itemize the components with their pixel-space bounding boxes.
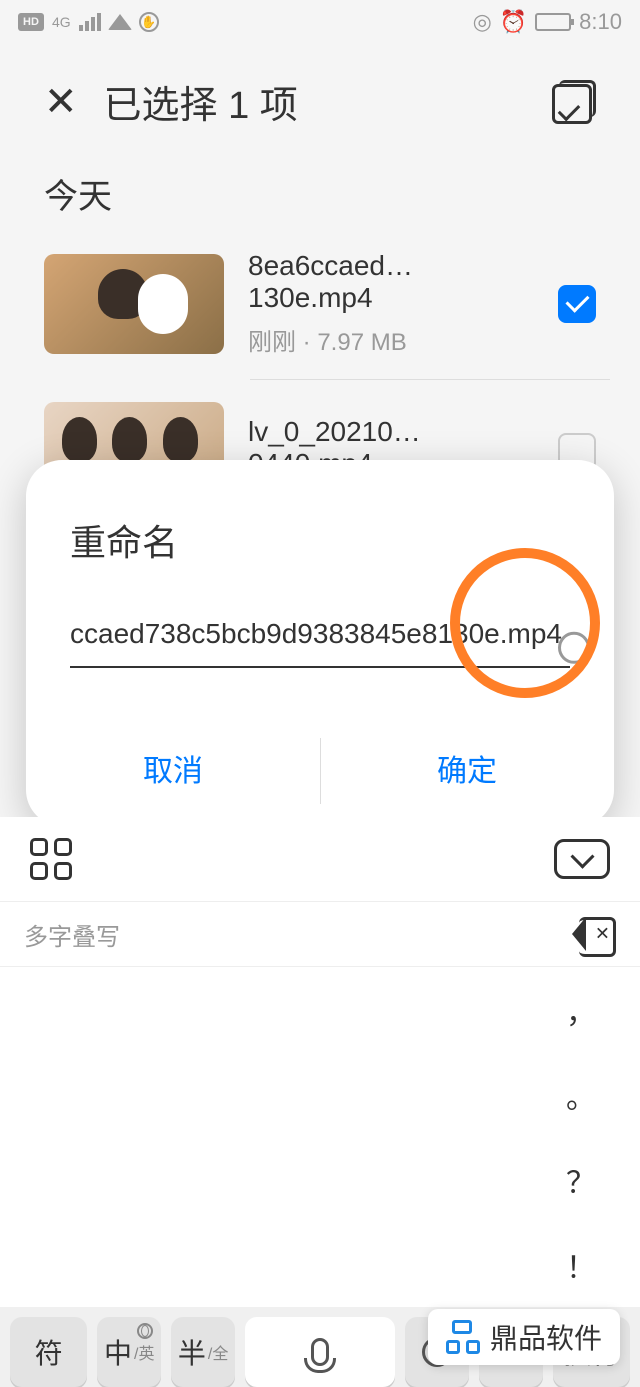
video-thumbnail bbox=[44, 254, 224, 354]
select-all-button[interactable] bbox=[552, 80, 596, 124]
width-key[interactable]: 半/全 bbox=[171, 1317, 235, 1387]
battery-icon bbox=[535, 13, 571, 31]
file-name: 8ea6ccaed…130e.mp4 bbox=[248, 250, 534, 314]
mic-icon bbox=[311, 1338, 329, 1366]
backspace-icon[interactable]: ✕ bbox=[572, 917, 616, 951]
network-label: 4G bbox=[52, 14, 71, 30]
symbol-key[interactable]: 符 bbox=[10, 1317, 87, 1387]
lang-key[interactable]: 中/英 bbox=[97, 1317, 161, 1387]
status-bar: HD 4G ✋ ◎ ⏰ 8:10 bbox=[0, 0, 640, 44]
text-cursor-icon bbox=[558, 632, 590, 664]
palm-icon: ✋ bbox=[139, 12, 159, 32]
globe-icon bbox=[137, 1323, 153, 1339]
alarm-icon: ⏰ bbox=[500, 9, 527, 35]
rename-dialog: 重命名 取消 确定 bbox=[26, 460, 614, 826]
wifi-icon bbox=[109, 14, 131, 30]
punct-key[interactable]: 。 bbox=[566, 1052, 596, 1137]
hd-icon: HD bbox=[18, 13, 44, 31]
punct-key[interactable]: ！ bbox=[566, 1222, 596, 1307]
selection-title: 已选择 1 项 bbox=[104, 74, 298, 129]
rename-input[interactable] bbox=[70, 602, 570, 668]
eye-icon: ◎ bbox=[473, 9, 492, 35]
file-checkbox[interactable] bbox=[558, 285, 596, 323]
clock-time: 8:10 bbox=[579, 9, 622, 35]
date-section-header: 今天 bbox=[0, 159, 640, 238]
confirm-button[interactable]: 确定 bbox=[320, 716, 614, 826]
cancel-button[interactable]: 取消 bbox=[26, 716, 320, 826]
divider bbox=[250, 379, 610, 380]
keyboard-collapse-icon[interactable] bbox=[554, 839, 610, 879]
file-item[interactable]: 8ea6ccaed…130e.mp4 刚刚 · 7.97 MB bbox=[30, 238, 610, 369]
dialog-title: 重命名 bbox=[26, 500, 614, 602]
close-icon[interactable]: ✕ bbox=[44, 79, 78, 125]
watermark-logo-icon bbox=[446, 1320, 480, 1354]
keyboard-apps-icon[interactable] bbox=[30, 838, 72, 880]
punct-key[interactable]: ， bbox=[566, 967, 596, 1052]
handwriting-hint: 多字叠写 bbox=[24, 917, 120, 952]
keyboard: 多字叠写 ✕ ， 。 ？ ！ 符 中/英 半/全 123 换行 bbox=[0, 817, 640, 1387]
signal-icon bbox=[79, 13, 101, 31]
punct-key[interactable]: ？ bbox=[566, 1137, 596, 1222]
selection-header: ✕ 已选择 1 项 bbox=[0, 44, 640, 159]
file-meta: 刚刚 · 7.97 MB bbox=[248, 322, 534, 357]
punctuation-column: ， 。 ？ ！ bbox=[0, 967, 640, 1307]
watermark-text: 鼎品软件 bbox=[490, 1317, 602, 1357]
watermark-badge: 鼎品软件 bbox=[428, 1309, 620, 1365]
space-key[interactable] bbox=[245, 1317, 395, 1387]
